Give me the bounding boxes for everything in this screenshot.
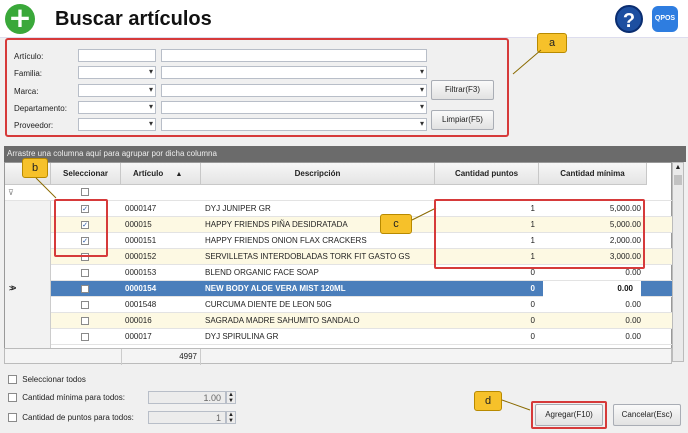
grid-footer: 4997 (4, 348, 672, 365)
min-qty-all-checkbox[interactable] (8, 393, 17, 402)
row-points: 0 (530, 300, 535, 309)
sort-ascending-icon: ▲ (175, 171, 183, 178)
scroll-thumb[interactable] (674, 175, 682, 185)
points-all-label: Cantidad de puntos para todos: (22, 413, 134, 422)
row-description: HAPPY FRIENDS ONION FLAX CRACKERS (205, 236, 367, 245)
row-description: SERVILLETAS INTERDOBLADAS TORK FIT GASTO… (205, 252, 410, 261)
filter-label-marca: Marca: (14, 87, 39, 96)
departamento-code-select[interactable] (78, 101, 156, 114)
row-code: 0000152 (125, 252, 157, 261)
callout-c: c (380, 214, 412, 234)
highlight-selected-checkboxes (54, 199, 108, 257)
min-qty-all-option[interactable]: Cantidad mínima para todos: (8, 393, 125, 404)
table-row[interactable]: >0000154 NEW BODY ALOE VERA MIST 120ML 0 0.… (5, 281, 673, 297)
filter-row-icon: ⊽ (8, 188, 14, 197)
select-all-option[interactable]: Seleccionar todos (8, 375, 86, 386)
filter-button[interactable]: Filtrar(F3) (431, 80, 494, 100)
row-code: 000017 (125, 332, 152, 341)
points-all-input[interactable]: 1 (148, 411, 226, 424)
cancel-button[interactable]: Cancelar(Esc) (613, 404, 681, 426)
row-code: 0000153 (125, 268, 157, 277)
row-code: 0001548 (125, 300, 157, 309)
row-select-checkbox[interactable] (81, 269, 89, 277)
row-description: BLEND ORGANIC FACE SOAP (205, 268, 319, 277)
add-icon: + (5, 4, 35, 34)
row-description: CURCUMA DIENTE DE LEON 50G (205, 300, 332, 309)
col-header-seleccionar[interactable]: Seleccionar (51, 163, 121, 185)
total-count: 4997 (121, 349, 201, 365)
col-header-cantidad-puntos[interactable]: Cantidad puntos (435, 163, 539, 185)
row-points: 0 (530, 316, 535, 325)
clear-button[interactable]: Limpiar(F5) (431, 110, 494, 130)
scroll-up-icon[interactable]: ▲ (673, 163, 683, 173)
add-button[interactable]: Agregar(F10) (535, 404, 603, 426)
row-points: 0 (530, 332, 535, 341)
col-header-articulo-label: Artículo (133, 169, 164, 178)
group-by-hint: Arrastre una columna aquí para agrupar p… (4, 146, 686, 162)
filter-label-proveedor: Proveedor: (14, 121, 54, 130)
row-points: 0 (530, 284, 535, 293)
row-code: 0000147 (125, 204, 157, 213)
qpos-logo: QPOS (652, 6, 678, 32)
callout-a-pointer (512, 49, 542, 75)
row-select-checkbox[interactable] (81, 333, 89, 341)
callout-d-pointer (501, 399, 531, 411)
familia-desc-select[interactable] (161, 66, 427, 79)
min-qty-all-label: Cantidad mínima para todos: (22, 393, 125, 402)
points-all-checkbox[interactable] (8, 413, 17, 422)
proveedor-code-select[interactable] (78, 118, 156, 131)
callout-b: b (22, 158, 48, 178)
row-code: 000015 (125, 220, 152, 229)
row-code: 0000151 (125, 236, 157, 245)
select-all-checkbox[interactable] (8, 375, 17, 384)
row-code: 000016 (125, 316, 152, 325)
row-description: DYJ SPIRULINA GR (205, 332, 279, 341)
filter-label-familia: Familia: (14, 69, 43, 78)
row-min-qty: 0.00 (543, 281, 641, 297)
help-icon[interactable]: ? (615, 5, 643, 33)
filter-label-articulo: Artículo: (14, 52, 44, 61)
row-min-qty: 0.00 (625, 332, 641, 341)
filter-label-departamento: Departamento: (14, 104, 67, 113)
row-code: 0000154 (125, 284, 157, 293)
articulo-desc-input[interactable] (161, 49, 427, 62)
min-qty-spinner[interactable]: ▲ ▼ (226, 391, 236, 404)
row-min-qty: 0.00 (625, 316, 641, 325)
points-spinner[interactable]: ▲ ▼ (226, 411, 236, 424)
row-select-checkbox[interactable] (81, 301, 89, 309)
highlight-points-quantities (434, 199, 645, 269)
callout-d: d (474, 391, 502, 411)
window-title: Buscar artículos (55, 8, 212, 30)
col-header-cantidad-minima[interactable]: Cantidad mínima (539, 163, 647, 185)
grid-vertical-scrollbar[interactable]: ▲ (672, 162, 684, 362)
min-qty-all-input[interactable]: 1.00 (148, 391, 226, 404)
articulo-code-input[interactable] (78, 49, 156, 62)
col-header-articulo[interactable]: Artículo ▲ (121, 163, 201, 185)
row-description: NEW BODY ALOE VERA MIST 120ML (205, 284, 346, 293)
table-row[interactable]: 000016 SAGRADA MADRE SAHUMITO SANDALO 0 0.0… (5, 313, 673, 329)
table-row[interactable]: 000017 DYJ SPIRULINA GR 0 0.00 (5, 329, 673, 345)
points-all-option[interactable]: Cantidad de puntos para todos: (8, 413, 134, 424)
current-row-arrow-icon: > (11, 283, 17, 293)
col-header-descripcion[interactable]: Descripción (201, 163, 435, 185)
row-select-checkbox[interactable] (81, 285, 89, 293)
row-select-checkbox[interactable] (81, 317, 89, 325)
proveedor-desc-select[interactable] (161, 118, 427, 131)
filter-row-checkbox[interactable] (81, 188, 89, 196)
marca-code-select[interactable] (78, 84, 156, 97)
departamento-desc-select[interactable] (161, 101, 427, 114)
table-row[interactable]: 0001548 CURCUMA DIENTE DE LEON 50G 0 0.00 (5, 297, 673, 313)
familia-code-select[interactable] (78, 66, 156, 79)
row-description: SAGRADA MADRE SAHUMITO SANDALO (205, 316, 360, 325)
row-min-qty: 0.00 (625, 300, 641, 309)
select-all-label: Seleccionar todos (22, 375, 86, 384)
title-bar: + Buscar artículos ? QPOS (0, 0, 688, 38)
marca-desc-select[interactable] (161, 84, 427, 97)
